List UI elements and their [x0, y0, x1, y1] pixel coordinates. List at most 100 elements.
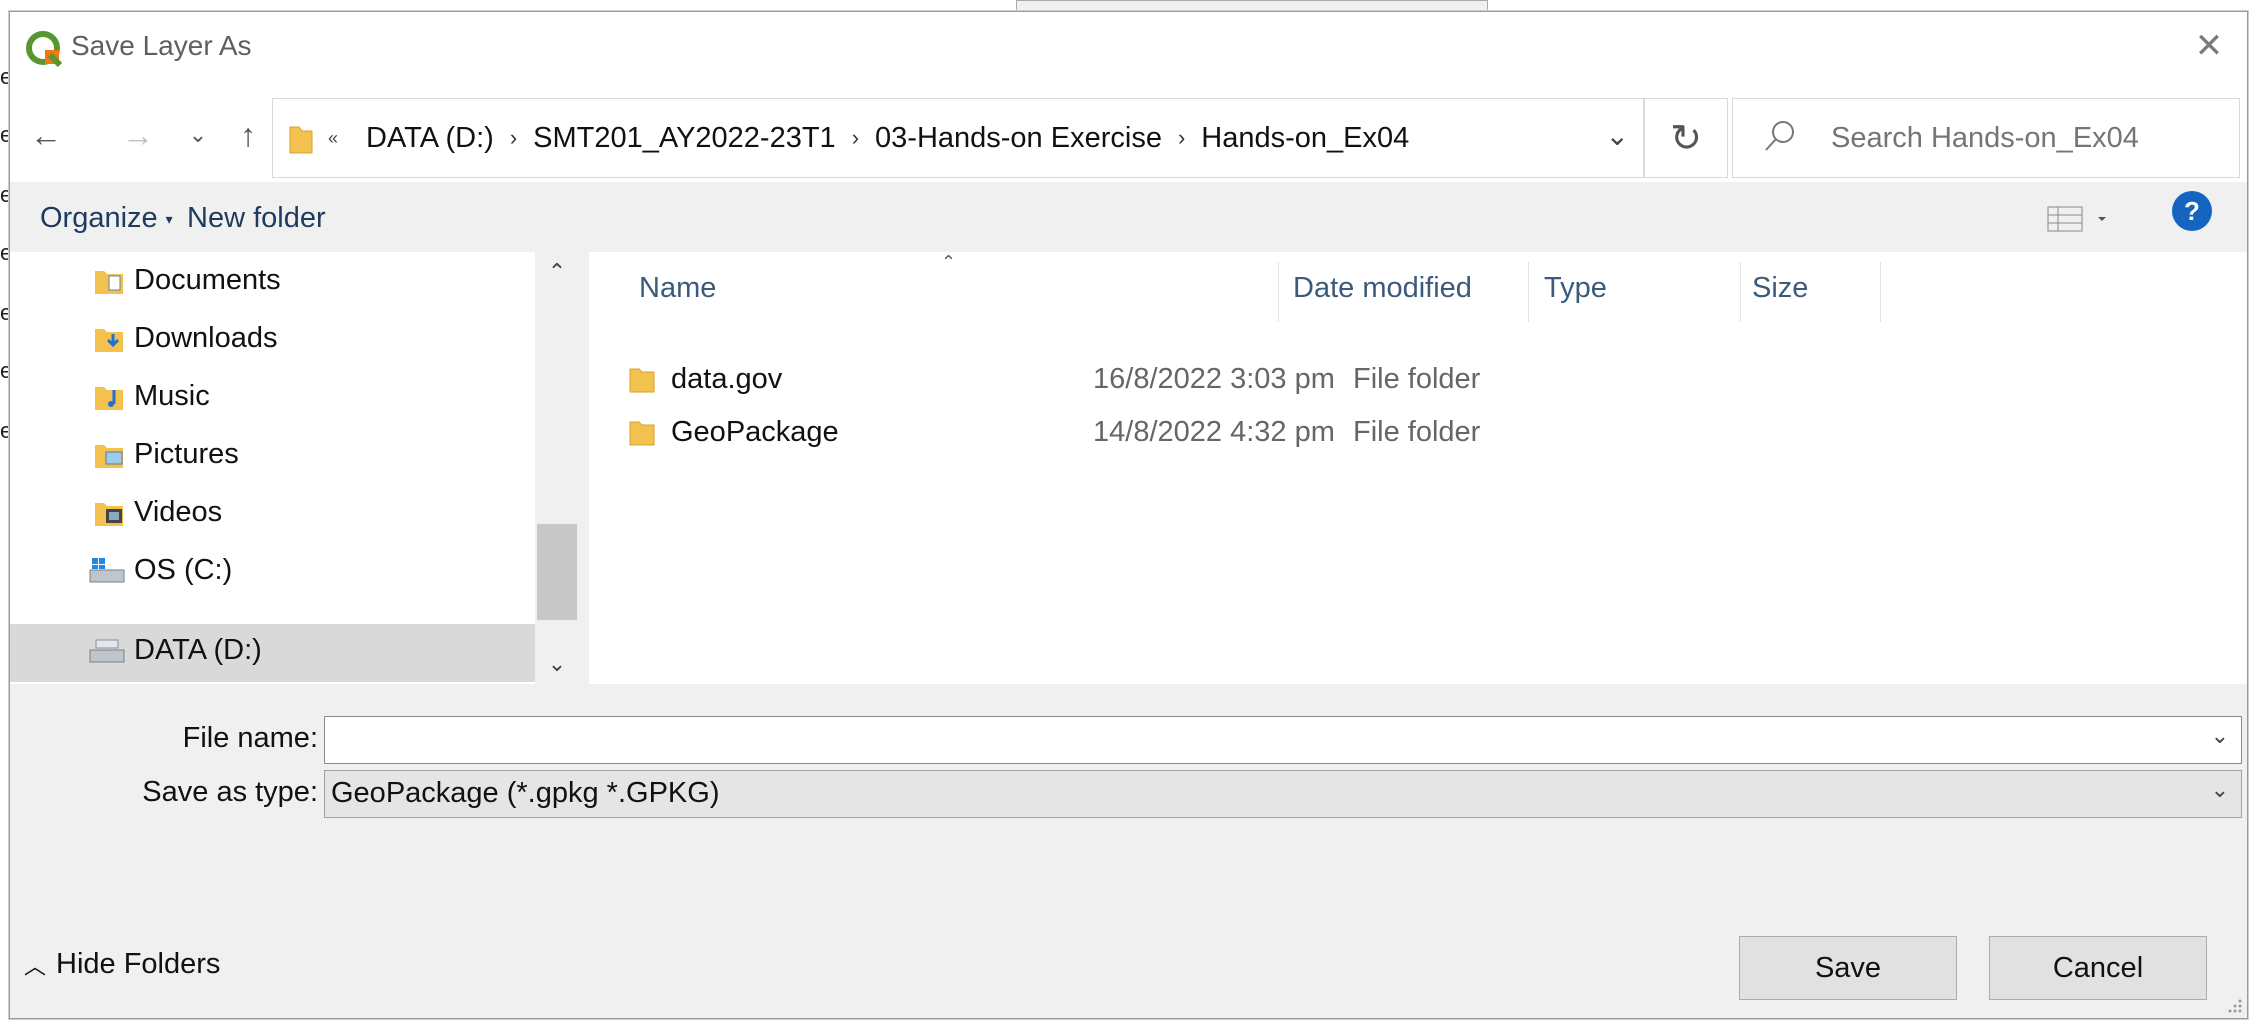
search-box[interactable] [1732, 98, 2240, 178]
save-form: File name: ⌄ Save as type: GeoPackage (*… [10, 684, 2247, 1018]
scrollbar-thumb[interactable] [537, 524, 577, 620]
folder-icon [289, 126, 313, 154]
videos-folder-icon [95, 503, 123, 526]
music-folder-icon [95, 387, 123, 410]
table-row[interactable]: data.gov 16/8/2022 3:03 pm File folder [629, 353, 2189, 405]
folder-icon [629, 368, 655, 393]
arrow-right-icon: → [122, 116, 154, 153]
file-name: GeoPackage [671, 416, 839, 448]
chevron-up-icon: ︿ [24, 953, 47, 979]
sidebar-item-label: Documents [134, 264, 281, 296]
sidebar-item-label: OS (C:) [134, 554, 233, 586]
sidebar-item-videos[interactable]: Videos [10, 484, 535, 542]
scroll-down-icon[interactable]: ⌄ [535, 644, 579, 684]
breadcrumb-item-course[interactable]: SMT201_AY2022-23T1 [533, 122, 836, 155]
close-button[interactable]: ✕ [2181, 20, 2237, 72]
folder-icon [629, 421, 655, 446]
refresh-icon: ↻ [1670, 117, 1702, 160]
title-bar: Save Layer As ✕ [10, 12, 2247, 82]
sidebar-item-data-d[interactable]: DATA (D:) [10, 624, 535, 682]
address-bar[interactable]: « DATA (D:) › SMT201_AY2022-23T1 › 03-Ha… [272, 98, 1644, 178]
search-input[interactable] [1829, 117, 2213, 159]
breadcrumb-separator-icon[interactable]: › [1178, 125, 1185, 151]
navigation-bar: ← → ⌄ ↑ « DATA (D:) › SMT201_AY2022-23T1… [10, 82, 2247, 182]
file-name: data.gov [671, 363, 783, 395]
cancel-button[interactable]: Cancel [1989, 936, 2207, 1000]
sidebar-item-label: Videos [134, 496, 223, 528]
sort-ascending-icon: ⌃ [941, 252, 957, 272]
folder-tree: Documents Downloads Music Pictures Video… [10, 252, 535, 684]
os-drive-icon [89, 558, 125, 583]
save-button[interactable]: Save [1739, 936, 1957, 1000]
sidebar-item-downloads[interactable]: Downloads [10, 310, 535, 368]
refresh-button[interactable]: ↻ [1644, 98, 1728, 178]
window-title: Save Layer As [71, 30, 252, 61]
organize-label: Organize [40, 202, 158, 234]
sidebar-item-label: Downloads [134, 322, 278, 354]
file-type: File folder [1353, 416, 1481, 448]
file-date: 14/8/2022 4:32 pm [1093, 416, 1335, 448]
drive-icon [89, 639, 125, 663]
sidebar-item-documents[interactable]: Documents [10, 252, 535, 310]
up-button[interactable]: ↑ [226, 110, 270, 160]
breadcrumb-item-data-drive[interactable]: DATA (D:) [366, 122, 494, 155]
column-divider[interactable] [1528, 262, 1529, 322]
breadcrumb: « DATA (D:) › SMT201_AY2022-23T1 › 03-Ha… [328, 99, 1409, 177]
sidebar-item-os-c[interactable]: OS (C:) [10, 542, 535, 600]
save-layer-dialog: Save Layer As ✕ ← → ⌄ ↑ « DATA (D:) › SM… [9, 11, 2248, 1019]
save-as-type-label: Save as type: [142, 776, 318, 808]
chevron-down-icon: ⌄ [188, 122, 208, 147]
sidebar-item-music[interactable]: Music [10, 368, 535, 426]
file-name-field[interactable]: ⌄ [324, 716, 2242, 764]
table-row[interactable]: GeoPackage 14/8/2022 4:32 pm File folder [629, 406, 2189, 458]
help-button[interactable]: ? [2172, 191, 2212, 231]
column-header-date-modified[interactable]: Date modified [1293, 252, 1472, 324]
breadcrumb-overflow[interactable]: « [328, 128, 338, 149]
back-button[interactable]: ← [24, 110, 68, 160]
file-type: File folder [1353, 363, 1481, 395]
breadcrumb-item-exercise[interactable]: 03-Hands-on Exercise [875, 122, 1162, 155]
sidebar-item-pictures[interactable]: Pictures [10, 426, 535, 484]
close-icon: ✕ [2194, 27, 2224, 65]
column-divider[interactable] [1740, 262, 1741, 322]
arrow-left-icon: ← [30, 116, 62, 153]
column-divider[interactable] [1880, 262, 1881, 322]
sidebar-item-label: Pictures [134, 438, 239, 470]
pictures-folder-icon [95, 445, 123, 468]
caret-down-icon: ▾ [165, 210, 173, 227]
save-as-type-select[interactable]: GeoPackage (*.gpkg *.GPKG) ⌄ [324, 770, 2242, 818]
hide-folders-label: Hide Folders [56, 948, 221, 980]
folder-tree-scrollbar[interactable]: ⌃ ⌄ [535, 252, 579, 684]
scroll-up-icon[interactable]: ⌃ [535, 252, 579, 292]
file-date: 16/8/2022 3:03 pm [1093, 363, 1335, 395]
search-icon [1765, 121, 1794, 151]
column-header-type[interactable]: Type [1544, 252, 1607, 324]
downloads-folder-icon [95, 329, 123, 352]
new-folder-button[interactable]: New folder [187, 202, 326, 235]
qgis-icon [26, 31, 63, 68]
recent-locations-button[interactable]: ⌄ [176, 110, 220, 160]
resize-grip-icon[interactable] [2225, 996, 2243, 1014]
forward-button[interactable]: → [116, 110, 160, 160]
column-header-name[interactable]: Name [639, 252, 716, 324]
address-dropdown-icon[interactable]: ⌄ [1606, 119, 1629, 152]
breadcrumb-separator-icon[interactable]: › [510, 125, 517, 151]
documents-folder-icon [95, 271, 123, 294]
breadcrumb-separator-icon[interactable]: › [852, 125, 859, 151]
file-list: ⌃ Name Date modified Type Size data.gov … [589, 252, 2247, 684]
save-as-type-value: GeoPackage (*.gpkg *.GPKG) [331, 777, 720, 809]
column-divider[interactable] [1278, 262, 1279, 322]
pane-splitter[interactable] [579, 252, 589, 684]
command-bar: Organize ▾ New folder [10, 182, 2247, 252]
column-header-size[interactable]: Size [1752, 252, 1808, 324]
sidebar-item-label: Music [134, 380, 210, 412]
chevron-down-icon[interactable]: ⌄ [2211, 723, 2229, 749]
chevron-down-icon: ⌄ [2210, 777, 2229, 802]
breadcrumb-item-current[interactable]: Hands-on_Ex04 [1201, 122, 1409, 155]
arrow-up-icon: ↑ [240, 116, 256, 153]
file-name-label: File name: [182, 722, 318, 754]
organize-button[interactable]: Organize ▾ [40, 202, 173, 235]
view-options-icon[interactable] [2046, 204, 2122, 234]
hide-folders-button[interactable]: ︿ Hide Folders [24, 948, 220, 981]
sidebar-item-label: DATA (D:) [134, 634, 262, 666]
